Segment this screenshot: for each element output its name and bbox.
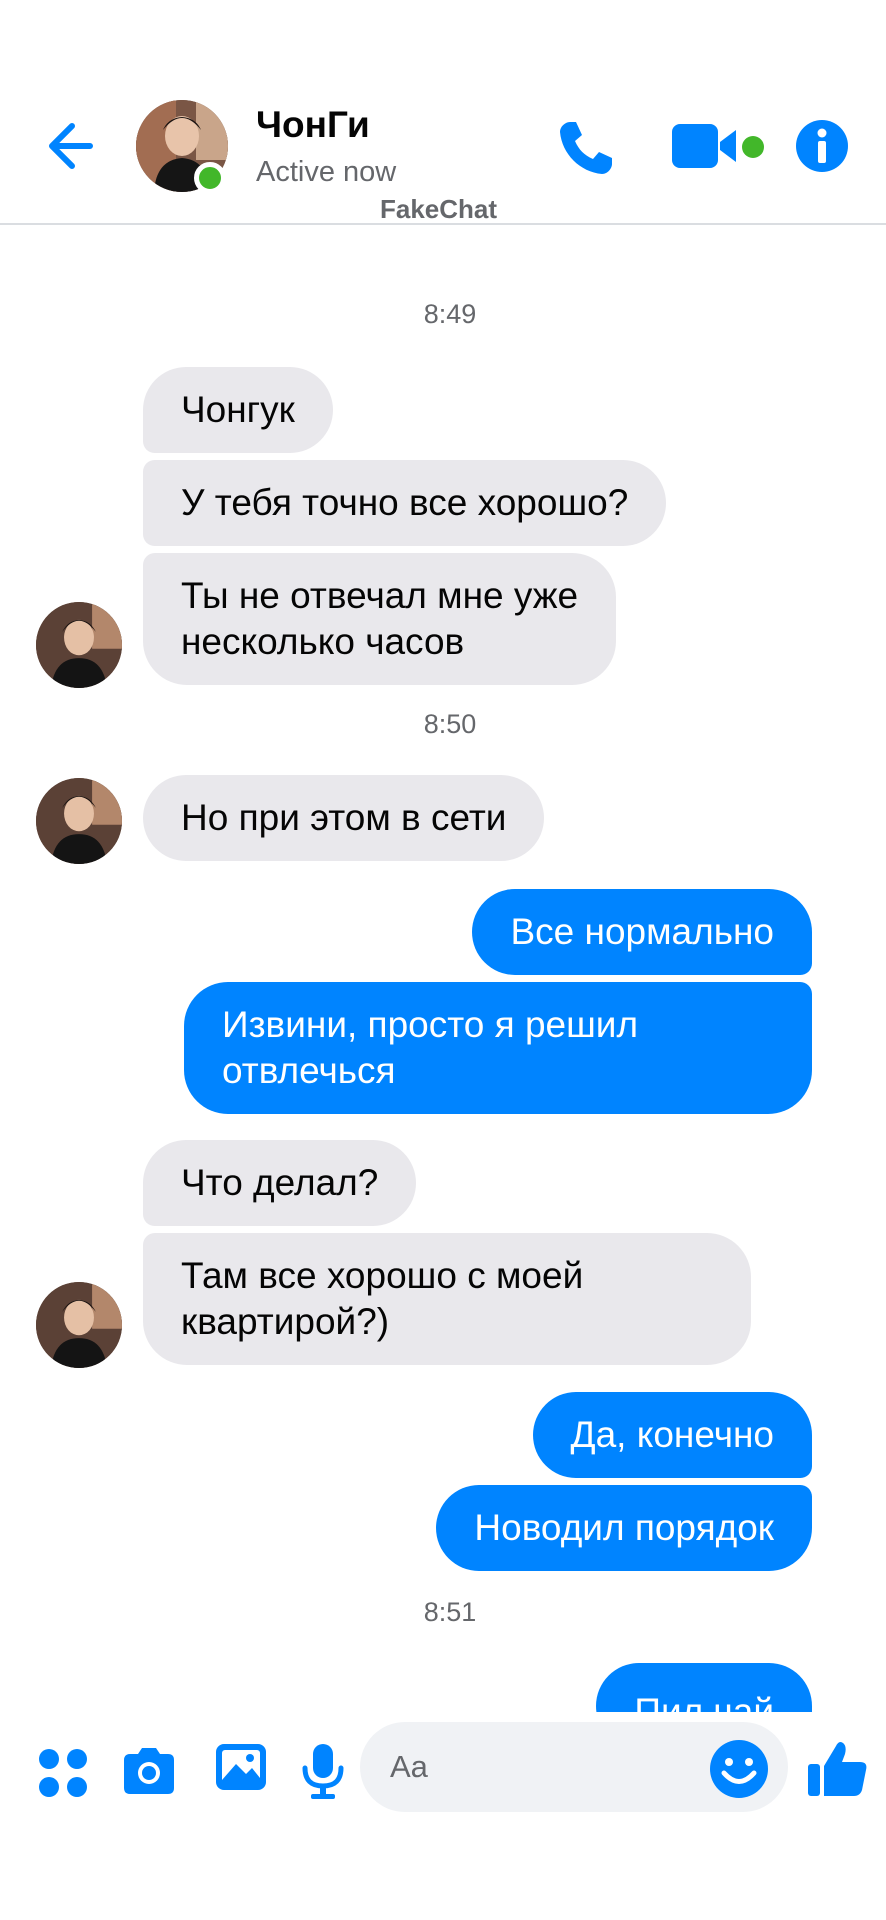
outgoing-message[interactable]: Извини, просто я решил отвлечься: [184, 982, 812, 1114]
outgoing-message[interactable]: Новодил порядок: [436, 1485, 812, 1571]
timestamp: 8:51: [423, 1597, 477, 1627]
message-text: Но при этом в сети: [181, 797, 507, 838]
message-text: Извини, просто я решил: [222, 1004, 639, 1045]
contact-name[interactable]: ЧонГи: [256, 104, 370, 146]
incoming-message[interactable]: Чонгук: [143, 367, 333, 453]
video-camera-icon[interactable]: [670, 120, 750, 172]
outgoing-message[interactable]: Да, конечно: [532, 1392, 812, 1478]
online-status-dot: [194, 162, 226, 194]
timestamp: 8:49: [423, 299, 477, 329]
message-text: У тебя точно все хорошо?: [181, 482, 629, 523]
message-text: квартирой?): [181, 1301, 390, 1342]
microphone-icon[interactable]: [300, 1742, 346, 1800]
thumbs-up-icon[interactable]: [806, 1736, 870, 1800]
video-online-dot: [742, 136, 764, 158]
info-icon[interactable]: [794, 118, 850, 174]
incoming-message[interactable]: Но при этом в сети: [143, 775, 545, 861]
chat-header: ЧонГи Active now FakeChat: [0, 0, 886, 225]
contact-status: Active now: [256, 156, 397, 188]
message-text: Ты не отвечал мне уже: [181, 575, 579, 616]
incoming-message[interactable]: Там все хорошо с моей квартирой?): [143, 1233, 751, 1365]
emoji-icon[interactable]: [708, 1738, 770, 1800]
message-text: Там все хорошо с моей: [181, 1255, 584, 1296]
contact-avatar-small[interactable]: [36, 602, 122, 688]
outgoing-message[interactable]: Пил чай: [596, 1663, 812, 1712]
image-icon[interactable]: [214, 1740, 268, 1794]
menu-dots-icon[interactable]: [36, 1746, 90, 1800]
message-text: отвлечься: [222, 1050, 396, 1091]
message-composer: [0, 1712, 886, 1920]
message-text: Пил чай: [634, 1691, 774, 1712]
message-text: Да, конечно: [570, 1414, 774, 1455]
message-text: Что делал?: [181, 1162, 379, 1203]
message-list[interactable]: 8:49 Чонгук У тебя точно все хорошо? Ты …: [0, 225, 886, 1712]
contact-avatar-small[interactable]: [36, 1282, 122, 1368]
outgoing-message[interactable]: Все нормально: [472, 889, 812, 975]
message-text: Новодил порядок: [474, 1507, 774, 1548]
message-text: Все нормально: [510, 911, 774, 952]
incoming-message[interactable]: У тебя точно все хорошо?: [143, 460, 667, 546]
camera-icon[interactable]: [120, 1742, 178, 1800]
back-arrow-icon[interactable]: [44, 114, 108, 178]
message-text: несколько часов: [181, 621, 465, 662]
timestamp: 8:50: [423, 709, 477, 739]
incoming-message[interactable]: Что делал?: [143, 1140, 417, 1226]
watermark-label: FakeChat: [380, 194, 498, 224]
contact-avatar-small[interactable]: [36, 778, 122, 864]
message-text: Чонгук: [181, 389, 295, 430]
phone-icon[interactable]: [554, 116, 618, 180]
incoming-message[interactable]: Ты не отвечал мне уже несколько часов: [143, 553, 617, 685]
